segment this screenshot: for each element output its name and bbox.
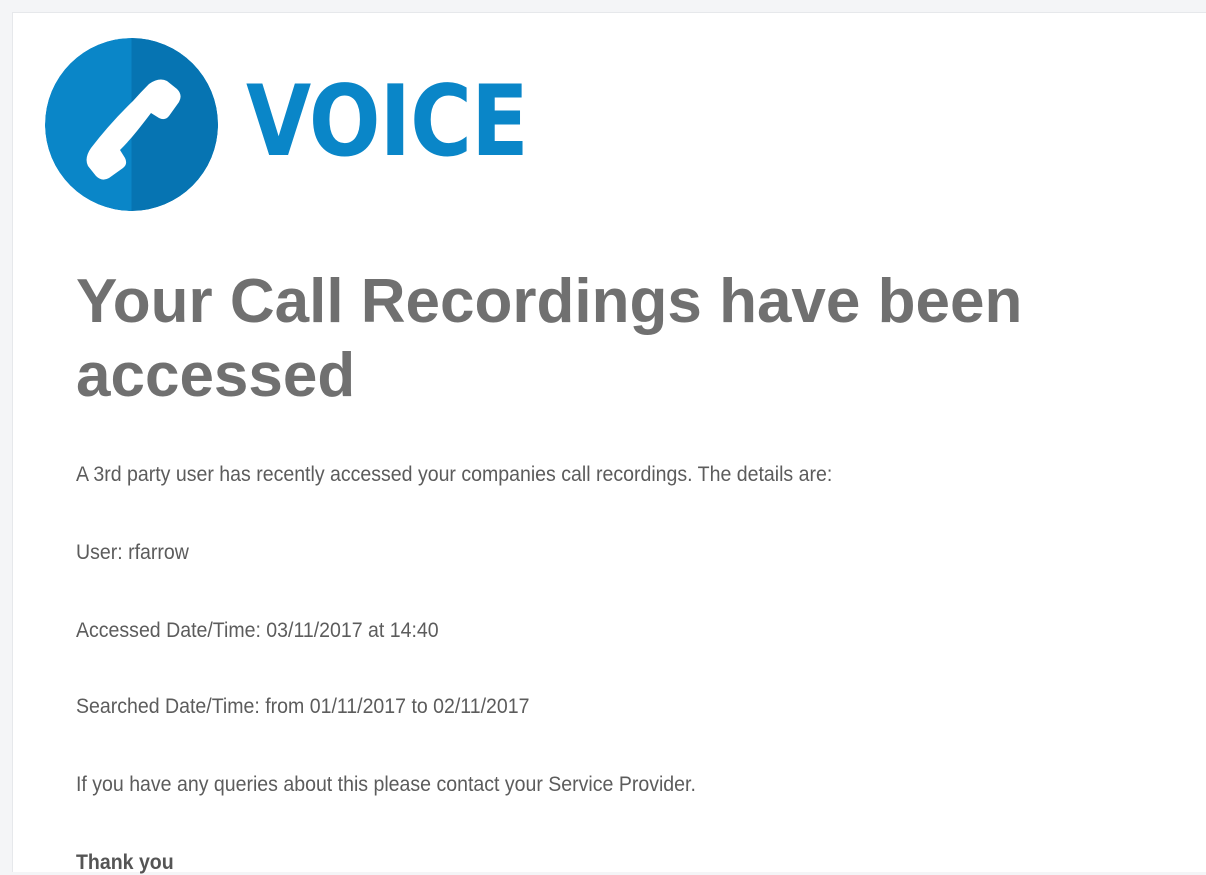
signoff-text: Thank you (76, 851, 174, 874)
accessed-datetime-detail: Accessed Date/Time: 03/11/2017 at 14:40 (76, 619, 439, 642)
email-heading: Your Call Recordings have been accessed (76, 267, 1023, 410)
contact-provider-text: If you have any queries about this pleas… (76, 773, 696, 796)
user-detail: User: rfarrow (76, 541, 189, 564)
voice-logo: VOICE (45, 37, 574, 212)
searched-datetime-detail: Searched Date/Time: from 01/11/2017 to 0… (76, 695, 530, 718)
phone-handset-icon (45, 38, 218, 211)
email-body: VOICE Your Call Recordings have been acc… (12, 12, 1206, 874)
intro-text: A 3rd party user has recently accessed y… (76, 463, 833, 486)
logo-wordmark: VOICE (246, 64, 529, 179)
